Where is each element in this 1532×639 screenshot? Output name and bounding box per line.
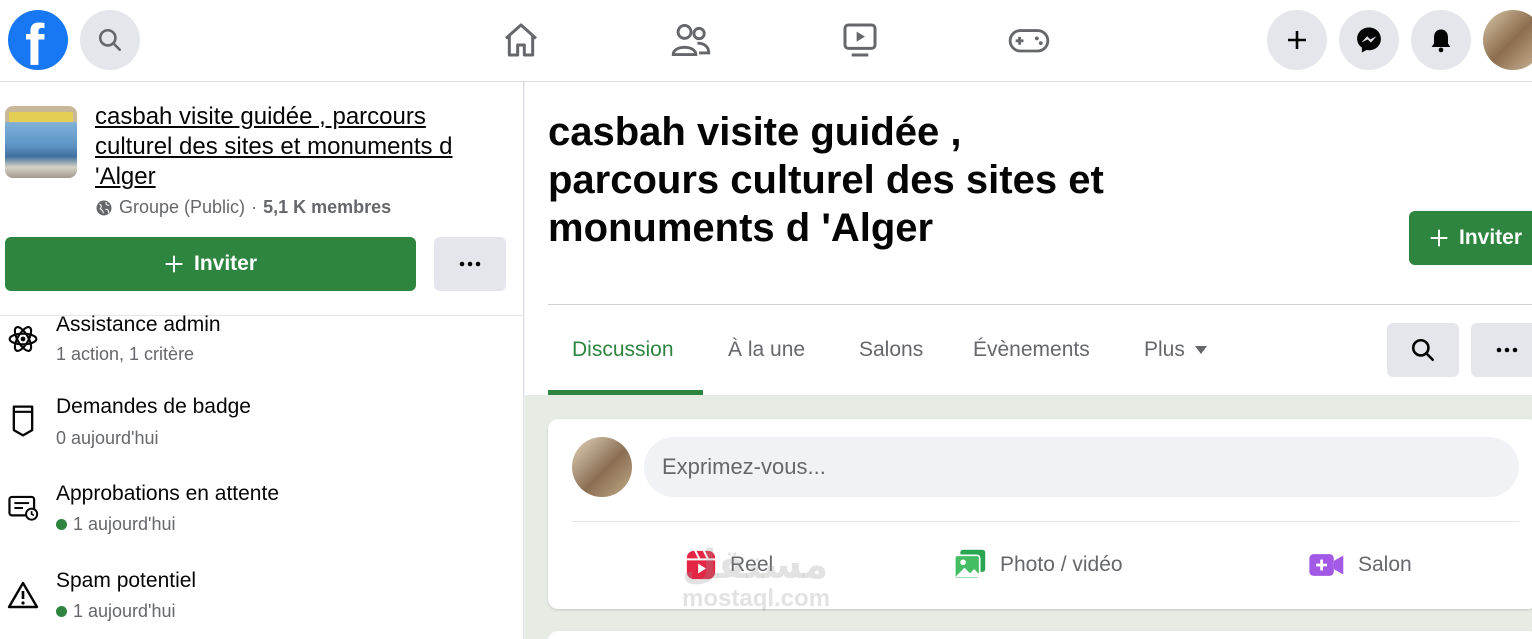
tab-more-label: Plus (1144, 338, 1185, 361)
watermark-arabic: مستقل (682, 543, 829, 587)
sidebar-group-name[interactable]: casbah visite guidée , parcours culturel… (95, 102, 505, 192)
admin-item-sub-text: 1 action, 1 critère (56, 344, 195, 364)
group-thumbnail[interactable] (5, 106, 77, 178)
create-button[interactable] (1267, 10, 1327, 70)
admin-item-title: Approbations en attente (56, 482, 280, 505)
admin-item-assistance[interactable]: Assistance admin 1 action, 1 critère (0, 310, 524, 390)
group-privacy: Groupe (Public) (119, 197, 246, 217)
admin-item-sub-text: 0 aujourd'hui (56, 428, 159, 448)
photo-icon (953, 549, 986, 580)
tab-rooms[interactable]: Salons (859, 338, 923, 362)
page-title: casbah visite guidée , parcours culturel… (548, 110, 1104, 250)
admin-item-sub: 0 aujourd'hui (56, 428, 159, 449)
watermark-latin: mostaql.com (682, 585, 831, 612)
bell-icon (1431, 29, 1451, 53)
admin-item-badge-requests[interactable]: Demandes de badge 0 aujourd'hui (0, 392, 524, 472)
atom-icon (6, 322, 40, 356)
admin-item-sub: 1 aujourd'hui (56, 514, 176, 535)
nav-watch[interactable] (838, 18, 882, 62)
messenger-button[interactable] (1339, 10, 1399, 70)
admin-item-pending-approvals[interactable]: Approbations en attente 1 aujourd'hui (0, 479, 524, 559)
group-members: 5,1 K membres (263, 197, 392, 217)
status-dot (56, 519, 67, 530)
search-icon (1411, 338, 1435, 362)
admin-item-potential-spam[interactable]: Spam potentiel 1 aujourd'hui (0, 566, 524, 639)
search-icon (98, 28, 122, 52)
photo-video-button[interactable]: Photo / vidéo (952, 545, 1123, 585)
plus-icon (165, 255, 183, 273)
tab-events[interactable]: Évènements (973, 338, 1090, 362)
nav-gaming[interactable] (1007, 18, 1051, 62)
more-dots-icon (459, 261, 481, 267)
group-search-button[interactable] (1387, 323, 1459, 377)
group-header: casbah visite guidée , parcours culturel… (525, 82, 1532, 395)
invite-button-main[interactable]: Inviter (1409, 211, 1532, 265)
nav-friends[interactable] (669, 18, 713, 62)
admin-item-sub: 1 action, 1 critère (56, 344, 194, 365)
more-dots-icon (1496, 347, 1518, 353)
admin-item-sub-text: 1 aujourd'hui (73, 514, 176, 534)
meta-separator: · (251, 197, 258, 217)
top-navigation-bar: f (0, 0, 1532, 82)
invite-label: Inviter (193, 252, 258, 275)
status-dot (56, 606, 67, 617)
admin-item-sub-text: 1 aujourd'hui (73, 601, 176, 621)
admin-item-title: Demandes de badge (56, 395, 251, 418)
nav-home[interactable] (499, 18, 543, 62)
facebook-logo-letter: f (25, 13, 45, 71)
composer-input[interactable]: Exprimez-vous... (644, 437, 1519, 497)
search-button[interactable] (80, 10, 140, 70)
warning-icon (6, 578, 40, 612)
badge-icon (6, 404, 40, 438)
more-options-button[interactable] (434, 237, 506, 291)
avatar[interactable] (572, 437, 632, 497)
room-label: Salon (1358, 553, 1412, 576)
tab-featured[interactable]: À la une (728, 338, 805, 362)
messenger-icon (1357, 27, 1381, 53)
invite-label: Inviter (1459, 226, 1523, 249)
tab-more[interactable]: Plus (1144, 338, 1207, 362)
watch-icon (843, 23, 877, 57)
approval-icon (6, 491, 40, 525)
composer-divider (572, 521, 1519, 522)
admin-item-sub: 1 aujourd'hui (56, 601, 176, 622)
plus-icon (1430, 229, 1448, 247)
notifications-button[interactable] (1411, 10, 1471, 70)
friends-icon (671, 24, 711, 56)
admin-item-title: Assistance admin (56, 313, 221, 336)
watermark: مستقل mostaql.com (682, 545, 830, 613)
facebook-logo[interactable]: f (8, 10, 68, 70)
gaming-icon (1008, 29, 1050, 53)
video-room-icon (1309, 554, 1344, 576)
room-button[interactable]: Salon (1308, 545, 1412, 585)
admin-item-title: Spam potentiel (56, 569, 197, 592)
profile-avatar[interactable] (1483, 10, 1532, 70)
group-admin-sidebar: casbah visite guidée , parcours culturel… (0, 82, 524, 639)
caret-down-icon (1194, 346, 1207, 354)
next-post-card (548, 631, 1532, 639)
header-divider (548, 304, 1532, 305)
group-more-button[interactable] (1471, 323, 1532, 377)
group-meta: Groupe (Public) · 5,1 K membres (95, 197, 391, 218)
tab-discussion[interactable]: Discussion (572, 338, 674, 362)
invite-button-sidebar[interactable]: Inviter (5, 237, 416, 291)
globe-icon (96, 200, 112, 215)
plus-icon (1288, 31, 1306, 49)
photo-video-label: Photo / vidéo (1000, 553, 1123, 576)
home-icon (505, 23, 537, 57)
